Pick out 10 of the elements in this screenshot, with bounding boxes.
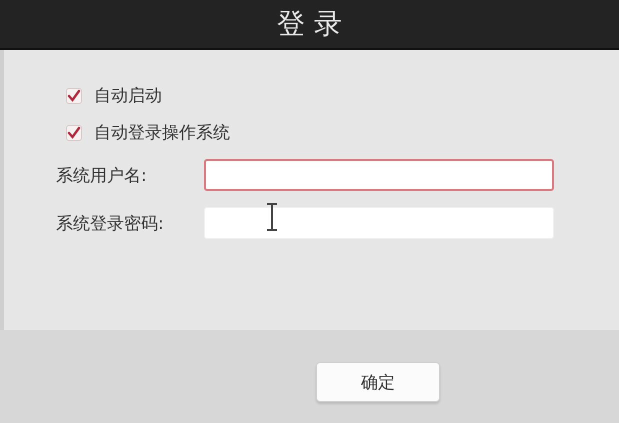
- ok-button[interactable]: 确定: [316, 362, 440, 402]
- checkbox-label: 自动启动: [94, 85, 162, 107]
- field-label: 系统用户名:: [56, 164, 148, 186]
- window-title: 登 录: [0, 0, 619, 50]
- field-label: 系统登录密码:: [56, 212, 165, 234]
- input-field[interactable]: [204, 159, 554, 191]
- checkbox-label: 自动登录操作系统: [94, 122, 230, 144]
- checkbox[interactable]: [66, 88, 82, 104]
- checkbox[interactable]: [66, 124, 82, 140]
- text-cursor-icon: [265, 203, 279, 231]
